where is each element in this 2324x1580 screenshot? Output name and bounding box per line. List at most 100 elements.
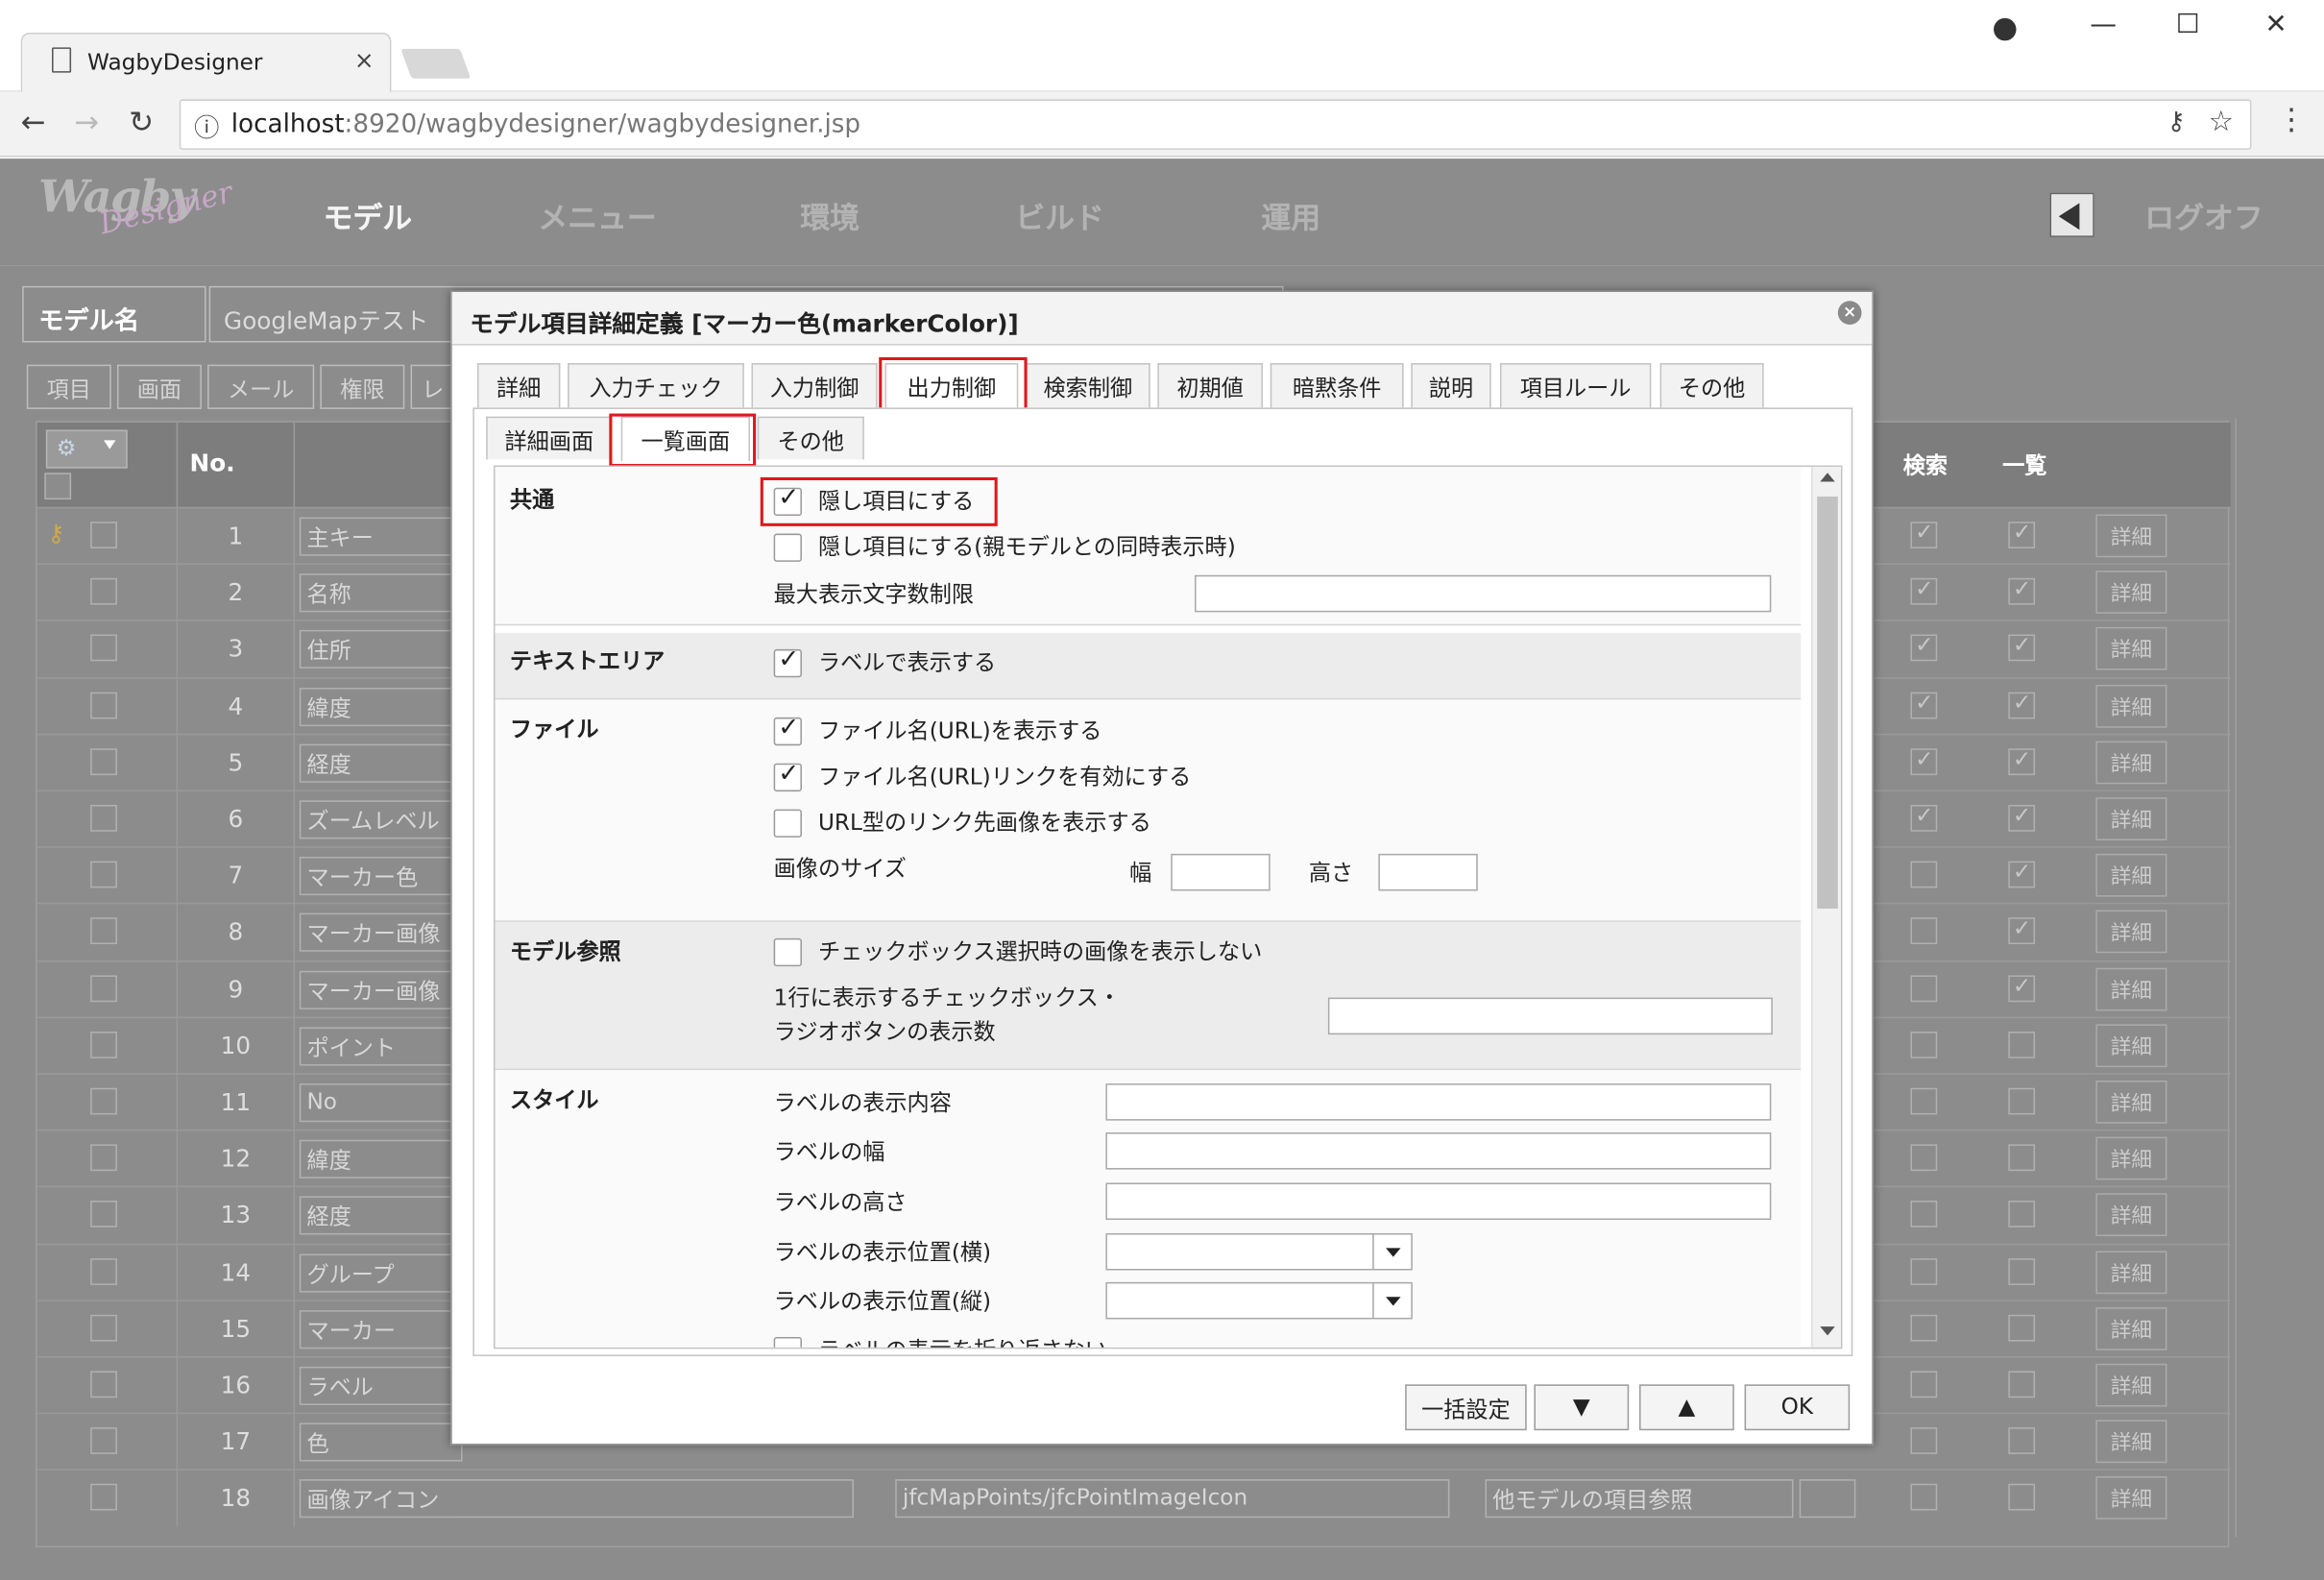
row-detail-button[interactable]: 詳細 <box>2095 1080 2167 1124</box>
row-name-input[interactable]: ポイント <box>299 1027 463 1066</box>
row-edit-icon[interactable] <box>1799 1479 1856 1519</box>
menu-build[interactable]: ビルド <box>1015 194 1104 237</box>
row-list-checkbox[interactable] <box>2008 1087 2036 1115</box>
row-name-input[interactable]: 名称 <box>299 573 463 613</box>
row-search-checkbox[interactable] <box>1910 1484 1938 1512</box>
hide-item-parent-checkbox[interactable] <box>773 533 802 562</box>
tab-more[interactable]: レ <box>410 364 455 409</box>
label-width-input[interactable] <box>1105 1132 1772 1170</box>
row-detail-button[interactable]: 詳細 <box>2095 1363 2167 1407</box>
row-list-checkbox[interactable] <box>2008 1201 2036 1228</box>
row-checkbox[interactable] <box>90 1257 117 1285</box>
url-image-checkbox[interactable] <box>773 809 802 838</box>
row-name-input[interactable]: 色 <box>299 1422 463 1462</box>
row-search-checkbox[interactable] <box>1910 519 1938 548</box>
row-checkbox[interactable] <box>90 1314 117 1342</box>
row-checkbox[interactable] <box>90 804 117 832</box>
row-checkbox[interactable] <box>90 692 117 718</box>
row-path-input[interactable]: jfcMapPoints/jfcPointImageIcon <box>895 1479 1450 1519</box>
bookmark-star-icon[interactable]: ☆ <box>2209 106 2234 138</box>
menu-model[interactable]: モデル <box>323 194 412 237</box>
move-up-button[interactable]: ▲ <box>1639 1384 1734 1431</box>
max-chars-input[interactable] <box>1194 574 1772 613</box>
row-type-select[interactable]: 他モデルの項目参照 <box>1485 1479 1794 1519</box>
row-search-checkbox[interactable] <box>1910 861 1938 888</box>
row-list-checkbox[interactable] <box>2008 1031 2036 1058</box>
row-name-input[interactable]: 緯度 <box>299 687 463 726</box>
row-search-checkbox[interactable] <box>1910 1427 1938 1455</box>
dialog-close-icon[interactable]: × <box>1837 301 1862 325</box>
row-checkbox[interactable] <box>90 522 117 548</box>
row-checkbox[interactable] <box>90 1201 117 1228</box>
row-list-checkbox[interactable] <box>2008 745 2036 775</box>
row-checkbox[interactable] <box>90 861 117 888</box>
show-filename-checkbox[interactable] <box>773 713 802 746</box>
bulk-setting-button[interactable]: 一括設定 <box>1405 1384 1527 1431</box>
row-checkbox[interactable] <box>90 1427 117 1455</box>
info-icon[interactable]: ⓘ <box>194 107 219 144</box>
row-detail-button[interactable]: 詳細 <box>2095 1024 2167 1067</box>
row-name-input[interactable]: マーカー <box>299 1309 463 1349</box>
forward-icon[interactable]: → <box>74 104 99 139</box>
reload-icon[interactable]: ↻ <box>129 104 154 139</box>
row-checkbox[interactable] <box>90 1484 117 1512</box>
close-window-icon[interactable]: ✕ <box>2264 9 2287 39</box>
row-list-checkbox[interactable] <box>2008 1484 2036 1512</box>
tab-item-rule[interactable]: 項目ルール <box>1499 363 1652 408</box>
url-field[interactable]: ⓘ localhost:8920/wagbydesigner/wagbydesi… <box>179 99 2252 150</box>
row-name-input[interactable]: マーカー色 <box>299 857 463 896</box>
browser-menu-icon[interactable]: ⋮ <box>2277 101 2307 136</box>
row-detail-button[interactable]: 詳細 <box>2095 571 2167 615</box>
menu-operation[interactable]: 運用 <box>1261 194 1320 237</box>
row-search-checkbox[interactable] <box>1910 1201 1938 1228</box>
row-checkbox[interactable] <box>90 974 117 1002</box>
menu-environment[interactable]: 環境 <box>800 194 859 237</box>
row-search-checkbox[interactable] <box>1910 1257 1938 1285</box>
row-detail-button[interactable]: 詳細 <box>2095 854 2167 897</box>
row-detail-button[interactable]: 詳細 <box>2095 1136 2167 1180</box>
per-line-input[interactable] <box>1327 997 1773 1035</box>
row-checkbox[interactable] <box>90 578 117 605</box>
row-detail-button[interactable]: 詳細 <box>2095 514 2167 558</box>
tab-detail[interactable]: 詳細 <box>476 363 561 408</box>
row-detail-button[interactable]: 詳細 <box>2095 684 2167 728</box>
row-search-checkbox[interactable] <box>1910 1371 1938 1398</box>
row-name-input-wide[interactable]: 画像アイコン <box>299 1479 854 1519</box>
row-search-checkbox[interactable] <box>1910 1087 1938 1115</box>
image-height-input[interactable] <box>1378 853 1478 891</box>
row-detail-button[interactable]: 詳細 <box>2095 1420 2167 1464</box>
row-list-checkbox[interactable] <box>2008 519 2036 548</box>
row-search-checkbox[interactable] <box>1910 1031 1938 1058</box>
row-name-input[interactable]: マーカー画像 <box>299 913 463 953</box>
browser-tab[interactable]: WagbyDesigner × <box>20 32 392 92</box>
row-search-checkbox[interactable] <box>1910 689 1938 718</box>
subtab-detail-screen[interactable]: 詳細画面 <box>486 416 613 460</box>
row-name-input[interactable]: グループ <box>299 1252 463 1293</box>
maximize-icon[interactable]: ☐ <box>2176 9 2200 39</box>
label-height-input[interactable] <box>1105 1182 1772 1221</box>
tab-search-control[interactable]: 検索制御 <box>1026 363 1150 408</box>
settings-scrollbar[interactable] <box>1811 467 1841 1348</box>
row-name-input[interactable]: ラベル <box>299 1366 463 1405</box>
image-width-input[interactable] <box>1171 853 1271 891</box>
label-wrap-checkbox[interactable] <box>773 1336 802 1348</box>
minimize-icon[interactable]: — <box>2090 9 2117 39</box>
row-search-checkbox[interactable] <box>1910 575 1938 605</box>
row-checkbox[interactable] <box>90 1031 117 1058</box>
scroll-thumb[interactable] <box>1817 496 1838 909</box>
tab-screen[interactable]: 画面 <box>116 364 202 409</box>
tab-items[interactable]: 項目 <box>26 364 111 409</box>
row-search-checkbox[interactable] <box>1910 917 1938 945</box>
ok-button[interactable]: OK <box>1744 1384 1851 1431</box>
row-detail-button[interactable]: 詳細 <box>2095 1476 2167 1520</box>
row-detail-button[interactable]: 詳細 <box>2095 797 2167 840</box>
row-list-checkbox[interactable] <box>2008 689 2036 718</box>
row-checkbox[interactable] <box>90 748 117 775</box>
row-name-input[interactable]: マーカー画像 <box>299 970 463 1009</box>
row-detail-button[interactable]: 詳細 <box>2095 1306 2167 1350</box>
row-name-input[interactable]: ズームレベル <box>299 800 463 839</box>
tab-permission[interactable]: 権限 <box>320 364 405 409</box>
row-checkbox[interactable] <box>90 1371 117 1398</box>
tab-input-control[interactable]: 入力制御 <box>751 363 878 408</box>
row-name-input[interactable]: 緯度 <box>299 1140 463 1179</box>
